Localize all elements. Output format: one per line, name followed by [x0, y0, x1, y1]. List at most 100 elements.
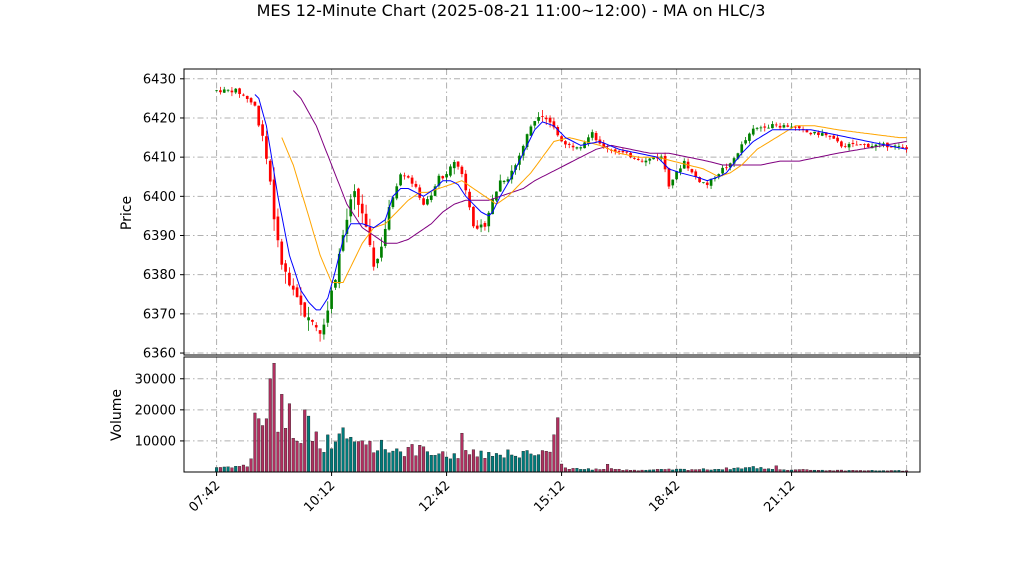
- volume-bar: [326, 434, 330, 473]
- volume-bar: [406, 447, 410, 473]
- volume-bar: [498, 454, 502, 473]
- candle-body: [410, 177, 414, 184]
- candle-body: [671, 179, 675, 186]
- volume-bar: [571, 468, 575, 473]
- candle-body: [832, 135, 836, 139]
- candle-body: [368, 227, 372, 246]
- volume-bar: [586, 468, 590, 473]
- volume-bar: [491, 456, 495, 473]
- candle-body: [376, 258, 379, 264]
- volume-bar: [368, 440, 372, 473]
- volume-bar: [268, 378, 272, 473]
- volume-bar: [360, 440, 364, 473]
- volume-bar: [345, 438, 349, 473]
- volume-bar: [318, 448, 322, 473]
- volume-bar: [441, 451, 445, 473]
- volume-bar: [218, 467, 222, 473]
- volume-bar: [575, 468, 579, 473]
- candle-body: [851, 142, 855, 145]
- candle-body: [314, 325, 318, 328]
- volume-y-axis: 10000 20000 30000: [135, 372, 184, 449]
- candle-body: [855, 144, 859, 146]
- volume-bar: [487, 452, 491, 473]
- candle-body: [694, 171, 698, 177]
- volume-bar: [774, 465, 778, 473]
- volume-bar: [222, 466, 226, 473]
- candle-body: [215, 90, 218, 92]
- volume-bar: [257, 418, 261, 473]
- volume-bar: [510, 454, 514, 473]
- candle-body: [311, 319, 314, 322]
- volume-bar: [314, 431, 318, 473]
- candlestick-chart: MES 12-Minute Chart (2025-08-21 11:00~12…: [109, 1, 921, 515]
- price-tick-label: 6430: [143, 72, 176, 87]
- candle-body: [571, 145, 575, 148]
- volume-bar: [402, 456, 406, 473]
- candle-body: [564, 141, 567, 145]
- candle-body: [897, 146, 901, 147]
- candle-body: [744, 140, 747, 144]
- volume-bar: [249, 458, 253, 473]
- volume-bar: [556, 417, 560, 473]
- candle-body: [759, 127, 763, 129]
- candle-body: [725, 167, 728, 169]
- volume-bar: [445, 456, 449, 473]
- volume-bar: [287, 403, 291, 473]
- volume-bar: [759, 467, 763, 473]
- candle-body: [322, 324, 326, 335]
- candle-body: [633, 158, 636, 159]
- volume-bar: [234, 466, 238, 473]
- volume-bar: [425, 451, 429, 473]
- candle-body: [621, 150, 625, 153]
- candle-body: [705, 182, 709, 185]
- candle-body: [460, 166, 464, 175]
- price-panel-frame: [183, 68, 921, 356]
- volume-bar: [537, 454, 541, 473]
- x-tick-label: 21:12: [761, 478, 798, 515]
- volume-tick-label: 20000: [135, 403, 176, 418]
- candle-body: [326, 310, 330, 323]
- candle-body: [575, 147, 579, 149]
- candle-body: [533, 121, 537, 126]
- candle-body: [863, 144, 866, 145]
- volume-bar: [307, 415, 311, 473]
- candle-body: [242, 94, 245, 96]
- volume-bar: [330, 448, 334, 473]
- candle-body: [357, 188, 360, 205]
- volume-bar: [364, 444, 368, 473]
- x-tick-label: 07:42: [186, 478, 223, 515]
- volume-bar: [471, 449, 475, 473]
- volume-tick-label: 10000: [135, 434, 176, 449]
- volume-bar: [341, 427, 345, 473]
- volume-bar: [410, 444, 414, 473]
- candle-body: [702, 182, 705, 184]
- candle-body: [828, 135, 832, 137]
- candle-body: [295, 287, 299, 298]
- candle-body: [475, 225, 479, 229]
- candle-body: [380, 246, 383, 258]
- price-tick-label: 6390: [143, 229, 176, 244]
- volume-bar: [606, 464, 610, 473]
- ma-short-line: [254, 94, 907, 311]
- price-y-axis: 6360 6370 6380 6390 6400 6410 6420 6430: [143, 72, 184, 362]
- candle-body: [679, 168, 682, 173]
- volume-bar: [372, 452, 376, 473]
- volume-bar: [460, 432, 464, 473]
- candle-body: [280, 241, 284, 265]
- volume-bar: [395, 448, 399, 473]
- volume-bar: [552, 434, 556, 473]
- candle-body: [483, 223, 487, 227]
- candle-body: [284, 263, 287, 272]
- candle-body: [268, 160, 272, 182]
- volume-bar: [414, 455, 418, 473]
- candle-body: [859, 144, 862, 146]
- volume-bar: [215, 467, 219, 473]
- candle-body: [544, 117, 548, 120]
- candle-body: [299, 295, 303, 305]
- candle-body: [843, 146, 847, 148]
- volume-gridlines: [184, 378, 920, 442]
- ma-mid-line: [281, 125, 907, 283]
- candle-body: [414, 183, 418, 187]
- volume-bar: [767, 468, 771, 473]
- candle-body: [291, 285, 295, 290]
